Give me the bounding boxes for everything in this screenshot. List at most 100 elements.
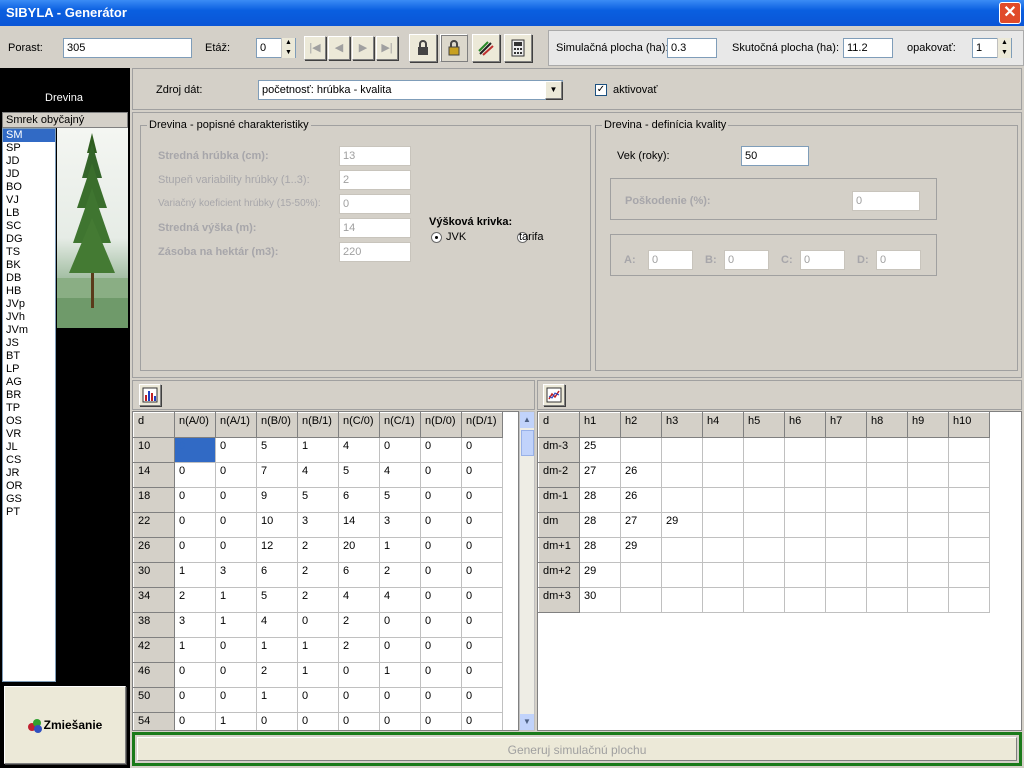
stock-input[interactable]: 220 [339, 242, 411, 262]
damage-input[interactable]: 0 [852, 191, 920, 211]
mix-button[interactable]: Zmiešanie [4, 686, 126, 764]
column-header[interactable]: n(C/1) [379, 412, 421, 438]
table-cell[interactable]: 0 [338, 687, 380, 713]
table-cell[interactable]: 0 [215, 662, 257, 688]
class-d-input[interactable]: 0 [876, 250, 921, 270]
table-cell[interactable]: 28 [579, 512, 621, 538]
table-cell[interactable]: 4 [379, 462, 421, 488]
row-header[interactable]: dm-3 [538, 437, 580, 463]
row-header[interactable]: dm [538, 512, 580, 538]
table-cell[interactable]: 0 [215, 687, 257, 713]
table-cell[interactable]: 0 [256, 712, 298, 730]
table-cell[interactable] [825, 487, 867, 513]
row-header[interactable]: 54 [133, 712, 175, 730]
table-cell[interactable]: 4 [297, 462, 339, 488]
table-cell[interactable]: 9 [256, 487, 298, 513]
table-cell[interactable] [907, 487, 949, 513]
table-cell[interactable] [948, 437, 990, 463]
table-cell[interactable]: 1 [379, 537, 421, 563]
table-cell[interactable]: 0 [420, 437, 462, 463]
table-cell[interactable]: 0 [338, 662, 380, 688]
table-cell[interactable]: 4 [379, 587, 421, 613]
table-cell[interactable]: 0 [297, 712, 339, 730]
species-item[interactable]: DG [3, 233, 55, 246]
table-cell[interactable] [743, 587, 785, 613]
table-cell[interactable] [702, 587, 744, 613]
age-input[interactable]: 50 [741, 146, 809, 166]
table-cell[interactable]: 0 [461, 612, 503, 638]
row-header[interactable]: 10 [133, 437, 175, 463]
column-header[interactable]: n(A/0) [174, 412, 216, 438]
table-cell[interactable]: 3 [297, 512, 339, 538]
column-header[interactable]: h7 [825, 412, 867, 438]
table-cell[interactable]: 4 [338, 587, 380, 613]
table-cell[interactable]: 6 [338, 487, 380, 513]
table-cell[interactable] [743, 462, 785, 488]
table-cell[interactable]: 3 [379, 512, 421, 538]
table-cell[interactable]: 2 [174, 587, 216, 613]
table-cell[interactable]: 2 [297, 562, 339, 588]
table-cell[interactable]: 0 [420, 662, 462, 688]
table-cell[interactable]: 30 [579, 587, 621, 613]
table-cell[interactable]: 0 [174, 512, 216, 538]
column-header[interactable]: n(D/0) [420, 412, 462, 438]
table-cell[interactable] [784, 587, 826, 613]
table-cell[interactable] [948, 462, 990, 488]
table-cell[interactable] [825, 437, 867, 463]
table-cell[interactable]: 0 [297, 687, 339, 713]
table-cell[interactable] [743, 537, 785, 563]
table-cell[interactable]: 0 [420, 487, 462, 513]
table-cell[interactable] [702, 437, 744, 463]
left-grid-chart-button[interactable] [139, 384, 161, 406]
table-cell[interactable] [948, 487, 990, 513]
row-header[interactable]: dm-1 [538, 487, 580, 513]
table-cell[interactable] [948, 537, 990, 563]
table-cell[interactable]: 0 [420, 537, 462, 563]
species-item[interactable]: JL [3, 441, 55, 454]
table-cell[interactable] [784, 487, 826, 513]
table-cell[interactable] [784, 462, 826, 488]
row-header[interactable]: 50 [133, 687, 175, 713]
edit-button[interactable] [472, 34, 500, 62]
species-item[interactable]: JVh [3, 311, 55, 324]
table-cell[interactable]: 0 [420, 562, 462, 588]
table-cell[interactable] [702, 512, 744, 538]
table-cell[interactable] [784, 437, 826, 463]
species-item[interactable]: BK [3, 259, 55, 272]
column-header[interactable]: n(D/1) [461, 412, 503, 438]
row-header[interactable]: dm+1 [538, 537, 580, 563]
table-cell[interactable] [702, 562, 744, 588]
species-item[interactable]: TS [3, 246, 55, 259]
porast-input[interactable]: 305 [63, 38, 192, 58]
table-cell[interactable] [866, 462, 908, 488]
table-cell[interactable] [948, 512, 990, 538]
column-header[interactable]: h3 [661, 412, 703, 438]
row-header[interactable]: 18 [133, 487, 175, 513]
table-cell[interactable] [661, 462, 703, 488]
table-cell[interactable] [825, 512, 867, 538]
table-cell[interactable] [743, 437, 785, 463]
table-cell[interactable] [948, 562, 990, 588]
table-cell[interactable]: 0 [215, 462, 257, 488]
table-cell[interactable]: 0 [174, 537, 216, 563]
table-cell[interactable]: 1 [297, 662, 339, 688]
table-cell[interactable] [825, 537, 867, 563]
species-item[interactable]: BR [3, 389, 55, 402]
row-header[interactable]: 26 [133, 537, 175, 563]
species-item[interactable]: JD [3, 168, 55, 181]
row-header[interactable]: 30 [133, 562, 175, 588]
row-header[interactable]: dm+2 [538, 562, 580, 588]
column-header[interactable]: h10 [948, 412, 990, 438]
species-item[interactable]: OS [3, 415, 55, 428]
table-cell[interactable]: 5 [256, 587, 298, 613]
nav-last-button[interactable]: ▶| [376, 36, 398, 60]
sim-area-input[interactable]: 0.3 [667, 38, 717, 58]
table-cell[interactable]: 2 [297, 537, 339, 563]
table-cell[interactable]: 27 [579, 462, 621, 488]
table-cell[interactable] [907, 537, 949, 563]
table-cell[interactable]: 0 [461, 462, 503, 488]
table-cell[interactable] [661, 537, 703, 563]
table-cell[interactable]: 3 [174, 612, 216, 638]
column-header[interactable]: d [538, 412, 580, 438]
table-cell[interactable]: 0 [420, 462, 462, 488]
